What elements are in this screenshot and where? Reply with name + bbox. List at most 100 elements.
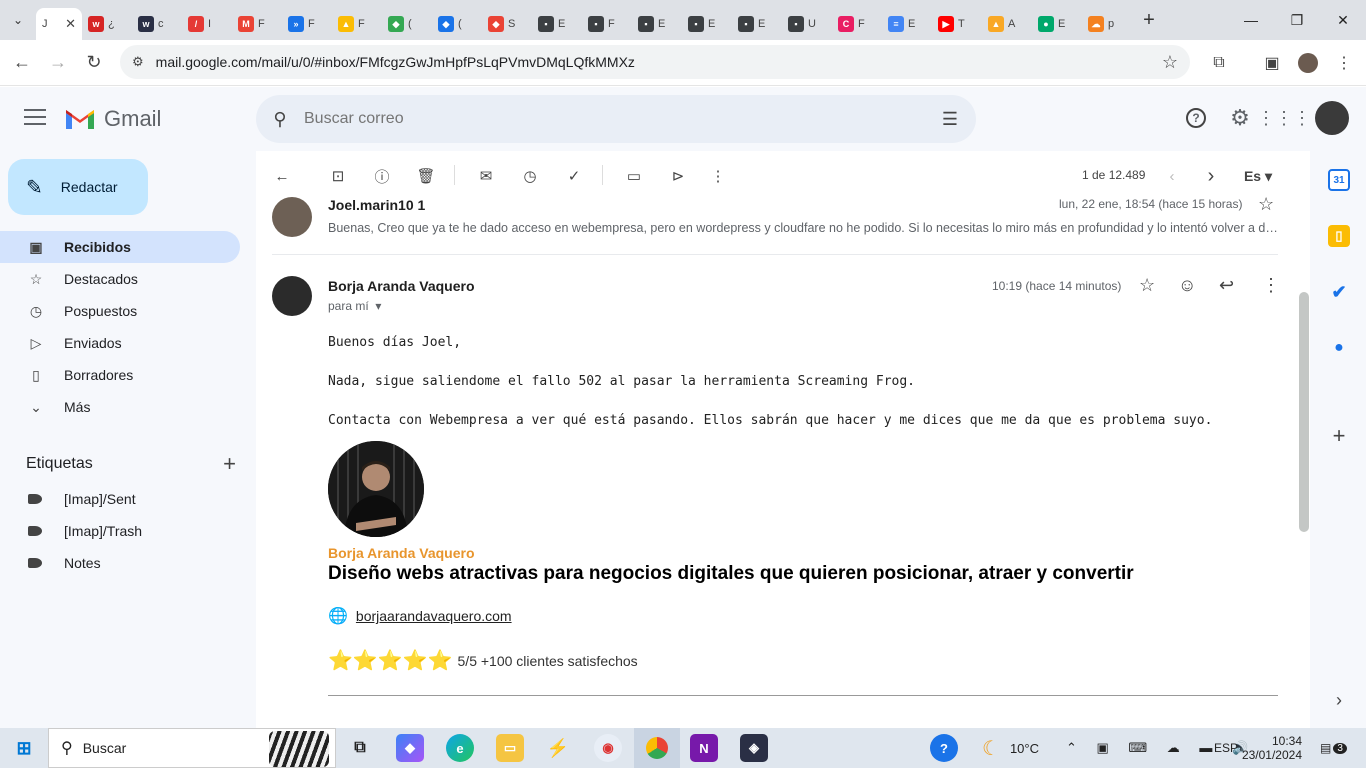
report-spam-icon[interactable]: ⓘ — [369, 163, 395, 189]
browser-tab[interactable]: ▲ F — [332, 8, 382, 40]
sidebar-item-recibidos[interactable]: ▣ Recibidos — [0, 231, 240, 263]
browser-tab[interactable]: ▶ T — [932, 8, 982, 40]
label-item[interactable]: Notes — [0, 547, 240, 579]
main-menu-icon[interactable] — [24, 109, 46, 127]
more-actions-icon[interactable]: ⋮ — [705, 163, 731, 189]
search-options-icon[interactable]: ☰ — [942, 109, 958, 130]
browser-tab[interactable]: ▪ F — [582, 8, 632, 40]
taskbar-search[interactable]: ⚲ Buscar — [48, 728, 336, 768]
search-icon[interactable]: ⚲ — [256, 109, 304, 130]
compose-button[interactable]: ✎ Redactar — [8, 159, 148, 215]
browser-tab[interactable]: wc — [132, 8, 182, 40]
account-avatar[interactable] — [1315, 101, 1349, 135]
emoji-reaction-icon[interactable]: ☺ — [1178, 275, 1196, 296]
message-scrollbar[interactable] — [1299, 292, 1309, 532]
back-to-inbox-icon[interactable]: ← — [269, 163, 295, 189]
app-icon[interactable]: ◉ — [594, 734, 622, 762]
browser-tab[interactable]: ◆( — [382, 8, 432, 40]
app-icon[interactable]: ◈ — [740, 734, 768, 762]
expand-panel-icon[interactable]: › — [1328, 689, 1350, 711]
input-tools-button[interactable]: Es ▾ — [1236, 163, 1280, 189]
browser-tab[interactable]: ◆ S — [482, 8, 532, 40]
move-to-icon[interactable]: ▭ — [621, 163, 647, 189]
browser-tab[interactable]: ☁ p — [1082, 8, 1132, 40]
settings-gear-icon[interactable]: ⚙ — [1225, 103, 1255, 133]
restore-button[interactable]: ❐ — [1274, 0, 1320, 40]
notifications-icon[interactable]: ▤ 3 — [1320, 728, 1347, 768]
help-icon[interactable]: ? — [1181, 103, 1211, 133]
mark-unread-icon[interactable]: ✉ — [473, 163, 499, 189]
browser-tab[interactable]: CF — [832, 8, 882, 40]
signature-website[interactable]: 🌐 borjaarandavaquero.com — [328, 606, 512, 626]
weather-widget[interactable]: ☾ 10°C — [982, 728, 1039, 768]
tab-search-button[interactable]: ⌄ — [0, 0, 36, 40]
extensions-icon[interactable]: ⧉ — [1204, 48, 1234, 78]
message-more-icon[interactable]: ⋮ — [1262, 275, 1280, 296]
profile-avatar[interactable] — [1293, 48, 1323, 78]
new-tab-button[interactable]: + — [1134, 9, 1164, 32]
input-language[interactable]: ESP — [1214, 728, 1238, 768]
label-item[interactable]: [Imap]/Trash — [0, 515, 240, 547]
browser-tab[interactable]: ≡ E — [882, 8, 932, 40]
tab-active[interactable]: J ✕ — [36, 8, 82, 40]
browser-tab[interactable]: » F — [282, 8, 332, 40]
forward-button[interactable]: → — [40, 45, 76, 81]
browser-tab[interactable]: ▪ U — [782, 8, 832, 40]
browser-tab[interactable]: ▲ A — [982, 8, 1032, 40]
back-button[interactable]: ← — [4, 45, 40, 81]
side-panel-icon[interactable]: ▣ — [1257, 48, 1287, 78]
browser-tab[interactable]: ▪ E — [732, 8, 782, 40]
search-input[interactable] — [304, 110, 904, 128]
browser-tab[interactable]: ▪ E — [532, 8, 582, 40]
newer-icon[interactable]: ‹ — [1159, 163, 1185, 189]
sidebar-item-pospuestos[interactable]: ◷ Pospuestos — [0, 295, 240, 327]
delete-icon[interactable]: 🗑 — [413, 163, 439, 189]
site-info-icon[interactable]: ⚙ — [132, 54, 144, 70]
collapsed-message[interactable]: Joel.marin10 1 lun, 22 ene, 18:54 (hace … — [272, 194, 1278, 255]
star-icon[interactable]: ☆ — [1139, 275, 1155, 296]
close-window-button[interactable]: ✕ — [1320, 0, 1366, 40]
add-label-icon[interactable]: + — [223, 451, 236, 477]
bookmark-star-icon[interactable]: ☆ — [1162, 52, 1178, 73]
keep-icon[interactable]: ▯ — [1328, 225, 1350, 247]
get-addons-icon[interactable]: + — [1328, 423, 1350, 448]
website-link[interactable]: borjaarandavaquero.com — [356, 608, 512, 624]
onenote-icon[interactable]: N — [690, 734, 718, 762]
minimize-button[interactable]: — — [1228, 0, 1274, 40]
browser-tab[interactable]: ◆( — [432, 8, 482, 40]
label-icon[interactable]: ⊳ — [665, 163, 691, 189]
sender-avatar[interactable] — [272, 276, 312, 316]
tasks-icon[interactable]: ✔ — [1328, 281, 1350, 303]
windows-start-icon[interactable]: ⊞ — [10, 734, 38, 762]
copilot-icon[interactable]: ◆ — [396, 734, 424, 762]
clock[interactable]: 10:34 23/01/2024 — [1242, 728, 1302, 768]
browser-menu-icon[interactable]: ⋮ — [1329, 48, 1359, 78]
sidebar-item-borradores[interactable]: ▯ Borradores — [0, 359, 240, 391]
gmail-logo[interactable]: Gmail — [64, 106, 161, 132]
reply-icon[interactable]: ↩ — [1219, 275, 1234, 296]
close-tab-icon[interactable]: ✕ — [65, 16, 76, 32]
apps-grid-icon[interactable]: ⋮⋮⋮ — [1257, 103, 1311, 133]
archive-icon[interactable]: ⊡ — [325, 163, 351, 189]
chrome-taskbar-icon[interactable] — [634, 728, 680, 768]
app-icon[interactable]: ⚡ — [544, 734, 572, 762]
address-bar[interactable]: ⚙ mail.google.com/mail/u/0/#inbox/FMfcgz… — [120, 45, 1190, 79]
file-explorer-icon[interactable]: ▭ — [496, 734, 524, 762]
star-icon[interactable]: ☆ — [1258, 194, 1274, 215]
snooze-icon[interactable]: ◷ — [517, 163, 543, 189]
recipient-details[interactable]: para mí ▾ — [328, 299, 381, 313]
help-taskbar-icon[interactable]: ? — [930, 734, 958, 762]
add-task-icon[interactable]: ✓ — [561, 163, 587, 189]
browser-tab[interactable]: MF — [232, 8, 282, 40]
search-bar[interactable]: ⚲ ☰ — [256, 95, 976, 143]
calendar-icon[interactable]: 31 — [1328, 169, 1350, 191]
browser-tab[interactable]: ● E — [1032, 8, 1082, 40]
label-item[interactable]: [Imap]/Sent — [0, 483, 240, 515]
older-icon[interactable]: › — [1198, 163, 1224, 189]
sidebar-item-enviados[interactable]: ▷ Enviados — [0, 327, 240, 359]
browser-tab[interactable]: / I — [182, 8, 232, 40]
sidebar-item-más[interactable]: ⌄ Más — [0, 391, 240, 423]
browser-tab[interactable]: ▪ E — [682, 8, 732, 40]
browser-tab[interactable]: ▪ E — [632, 8, 682, 40]
edge-icon[interactable]: e — [446, 734, 474, 762]
